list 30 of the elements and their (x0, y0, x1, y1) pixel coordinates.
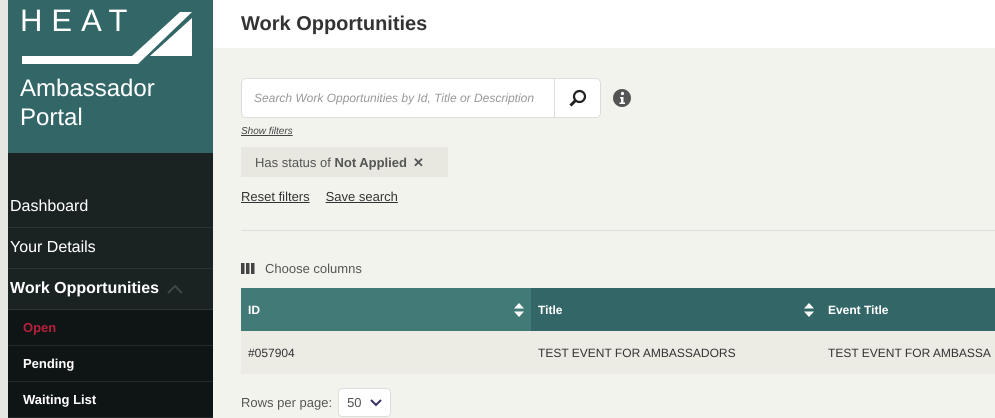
nav-subitem[interactable]: Waiting List (8, 382, 213, 418)
rows-per-page-label: Rows per page: (241, 395, 332, 410)
choose-columns-link[interactable]: Choose columns (265, 261, 362, 276)
rows-per-page-select[interactable]: 50 (338, 388, 391, 417)
filter-action-link[interactable]: Save search (326, 189, 398, 204)
filter-action-link[interactable]: Reset filters (241, 189, 310, 204)
column-header[interactable]: ID (241, 288, 531, 331)
columns-icon (241, 263, 255, 274)
remove-filter-button[interactable]: ✕ (412, 154, 424, 170)
chevron-icon (167, 284, 184, 294)
search-field[interactable]: Search Work Opportunities by Id, Title or Description (242, 79, 554, 117)
sort-icon (804, 302, 814, 316)
table-cell: TEST EVENT FOR AMBASSADORS (531, 331, 821, 374)
nav-item[interactable]: Dashboard (8, 187, 213, 228)
table-cell: TEST EVENT FOR AMBASSA (821, 331, 995, 374)
table-cell: #057904 (241, 331, 531, 374)
nav-item[interactable]: Your Details (8, 228, 213, 269)
search-bar[interactable]: Search Work Opportunities by Id, Title or Description (241, 78, 601, 118)
chevron-icon (370, 398, 382, 406)
column-header[interactable]: Event Title (821, 288, 995, 331)
page-title: Work Opportunities (241, 12, 428, 36)
nav-subitem[interactable]: Pending (8, 346, 213, 382)
portal-title: Ambassador Portal (20, 74, 156, 132)
show-filters-link[interactable]: Show filters (241, 126, 293, 137)
logo-word: HEAT (20, 3, 136, 38)
column-header[interactable]: Title (531, 288, 821, 331)
search-icon (568, 89, 586, 107)
info-icon[interactable] (613, 89, 631, 107)
filter-text: Has status of Not Applied (255, 154, 407, 170)
sort-icon (514, 302, 524, 316)
